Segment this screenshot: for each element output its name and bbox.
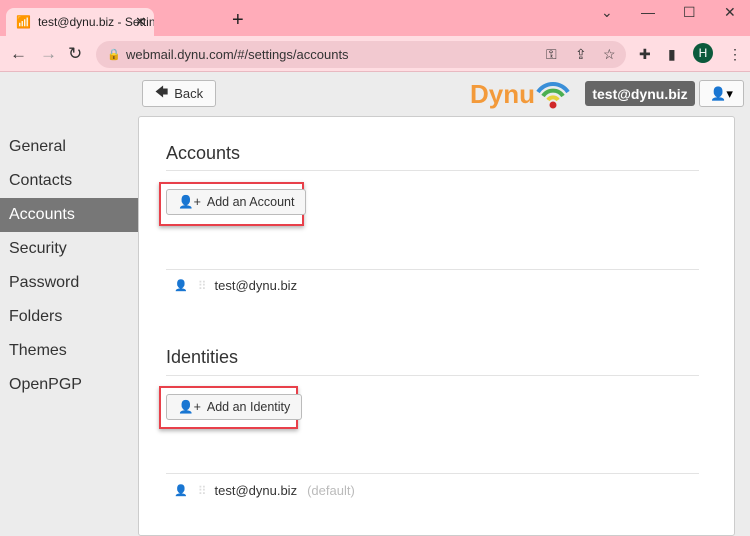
browser-toolbar: ← → ↻ 🔒 webmail.dynu.com/#/settings/acco… [0,36,750,72]
back-button[interactable]: 🡄 Back [142,80,216,107]
minimize-icon[interactable]: — [641,4,655,20]
drag-handle-icon[interactable]: ⠿ [198,279,207,293]
sidebar-item-contacts[interactable]: Contacts [0,164,138,198]
back-arrow-icon[interactable]: ← [10,44,27,64]
new-tab-icon[interactable]: + [232,9,244,32]
divider [166,170,699,171]
extensions-icon[interactable]: ✚ [639,46,651,63]
close-window-icon[interactable]: ✕ [724,4,736,21]
user-icon: 👤 [174,280,188,292]
sidebar-item-folders[interactable]: Folders [0,300,138,334]
maximize-icon[interactable]: ☐ [683,4,696,21]
accounts-heading: Accounts [166,143,241,163]
drag-handle-icon[interactable]: ⠿ [198,484,207,498]
identity-row[interactable]: 👤 ⠿ test@dynu.biz (default) [174,483,355,498]
sidebar-item-general[interactable]: General [0,130,138,164]
add-user-icon: 👤+ [178,194,201,209]
sidebar-item-themes[interactable]: Themes [0,334,138,368]
identities-heading: Identities [166,347,239,367]
browser-tab[interactable]: 📶 test@dynu.biz - Settings - Dynu W ✕ [6,8,154,36]
sidepanel-icon[interactable]: ▮ [668,46,676,63]
add-account-label: Add an Account [206,195,295,209]
user-icon: 👤 [174,485,188,497]
sidebar-item-openpgp[interactable]: OpenPGP [0,368,138,402]
lock-icon: 🔒 [107,49,121,61]
tab-search-icon[interactable]: ⌄ [601,4,613,21]
sidebar-item-password[interactable]: Password [0,266,138,300]
arrow-left-icon: 🡄 [154,83,169,99]
reload-icon[interactable]: ↻ [68,44,82,64]
more-menu-icon[interactable]: ⋮ [728,46,742,63]
sidebar-item-accounts[interactable]: Accounts [0,198,138,232]
divider [166,473,699,474]
settings-panel: Accounts 👤+ Add an Account 👤 ⠿ test@dynu… [138,116,735,536]
add-account-button[interactable]: 👤+ Add an Account [166,189,307,215]
account-row[interactable]: 👤 ⠿ test@dynu.biz [174,278,297,293]
default-tag: (default) [307,483,355,498]
key-icon[interactable]: ⚿ [546,46,557,63]
add-identity-label: Add an Identity [206,400,291,414]
wifi-favicon-icon: 📶 [16,15,31,29]
star-icon[interactable]: ☆ [603,46,616,63]
wifi-logo-icon [536,82,570,109]
profile-avatar[interactable]: H [693,43,713,63]
logo-text: Dynu [470,78,535,109]
dynu-logo: Dynu [470,78,571,110]
url-text: webmail.dynu.com/#/settings/accounts [126,47,349,62]
add-identity-button[interactable]: 👤+ Add an Identity [166,394,303,420]
back-label: Back [174,86,204,101]
add-user-icon: 👤+ [178,399,201,414]
user-menu-button[interactable]: 👤▾ [699,80,744,107]
account-email: test@dynu.biz [214,278,298,293]
user-email-badge[interactable]: test@dynu.biz [585,81,695,106]
identity-email: test@dynu.biz [214,483,298,498]
settings-sidebar: General Contacts Accounts Security Passw… [0,130,138,402]
divider [166,375,699,376]
tab-bar: 📶 test@dynu.biz - Settings - Dynu W ✕ + … [0,0,750,36]
divider [166,269,699,270]
share-icon[interactable]: ⇪ [575,46,587,63]
user-icon: 👤▾ [710,85,733,101]
close-tab-icon[interactable]: ✕ [135,14,146,30]
sidebar-item-security[interactable]: Security [0,232,138,266]
forward-arrow-icon[interactable]: → [40,44,57,64]
